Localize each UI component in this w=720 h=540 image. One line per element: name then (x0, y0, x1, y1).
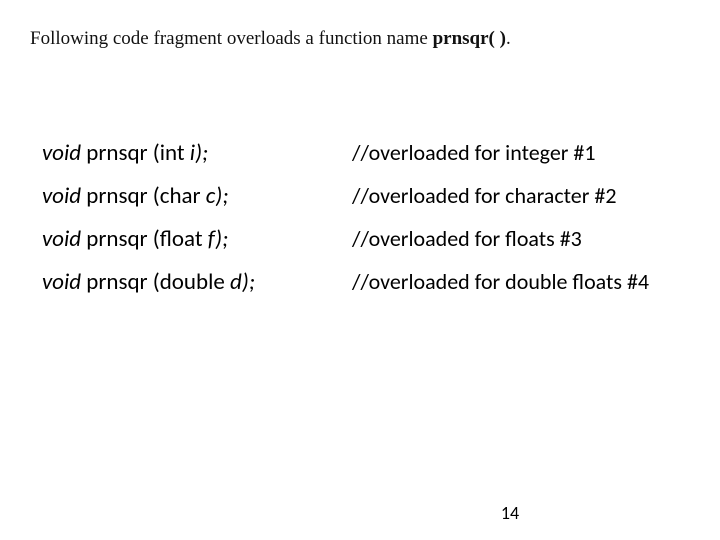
keyword-void: void (42, 268, 81, 296)
table-row: void prnsqr (int i); //overloaded for in… (42, 138, 690, 169)
sig-param: f (208, 225, 215, 253)
sig-name: prnsqr (float (81, 225, 208, 253)
comment-cell: //overloaded for floats #3 (352, 224, 690, 254)
signature-cell: void prnsqr (double d); (42, 267, 352, 298)
signature-cell: void prnsqr (float f); (42, 224, 352, 255)
page-number: 14 (0, 502, 720, 524)
intro-function-name: prnsqr( ) (433, 28, 506, 49)
table-row: void prnsqr (double d); //overloaded for… (42, 267, 690, 298)
comment-cell: //overloaded for character #2 (352, 181, 690, 211)
sig-tail: ); (195, 139, 208, 167)
sig-tail: ); (215, 225, 228, 253)
sig-param: d (230, 268, 242, 296)
intro-text: Following code fragment overloads a func… (30, 28, 690, 50)
sig-param: c (206, 182, 216, 210)
signature-cell: void prnsqr (int i); (42, 138, 352, 169)
sig-tail: ); (215, 182, 228, 210)
sig-name: prnsqr (char (81, 182, 206, 210)
sig-tail: ); (242, 268, 255, 296)
table-row: void prnsqr (char c); //overloaded for c… (42, 181, 690, 212)
keyword-void: void (42, 182, 81, 210)
comment-cell: //overloaded for integer #1 (352, 138, 690, 168)
sig-name: prnsqr (double (81, 268, 230, 296)
intro-suffix: . (506, 28, 511, 49)
table-row: void prnsqr (float f); //overloaded for … (42, 224, 690, 255)
intro-prefix: Following code fragment overloads a func… (30, 28, 433, 49)
comment-cell: //overloaded for double floats #4 (352, 267, 690, 297)
sig-name: prnsqr (int (81, 139, 190, 167)
slide: Following code fragment overloads a func… (0, 0, 720, 540)
keyword-void: void (42, 139, 81, 167)
overload-table: void prnsqr (int i); //overloaded for in… (42, 138, 690, 310)
keyword-void: void (42, 225, 81, 253)
signature-cell: void prnsqr (char c); (42, 181, 352, 212)
